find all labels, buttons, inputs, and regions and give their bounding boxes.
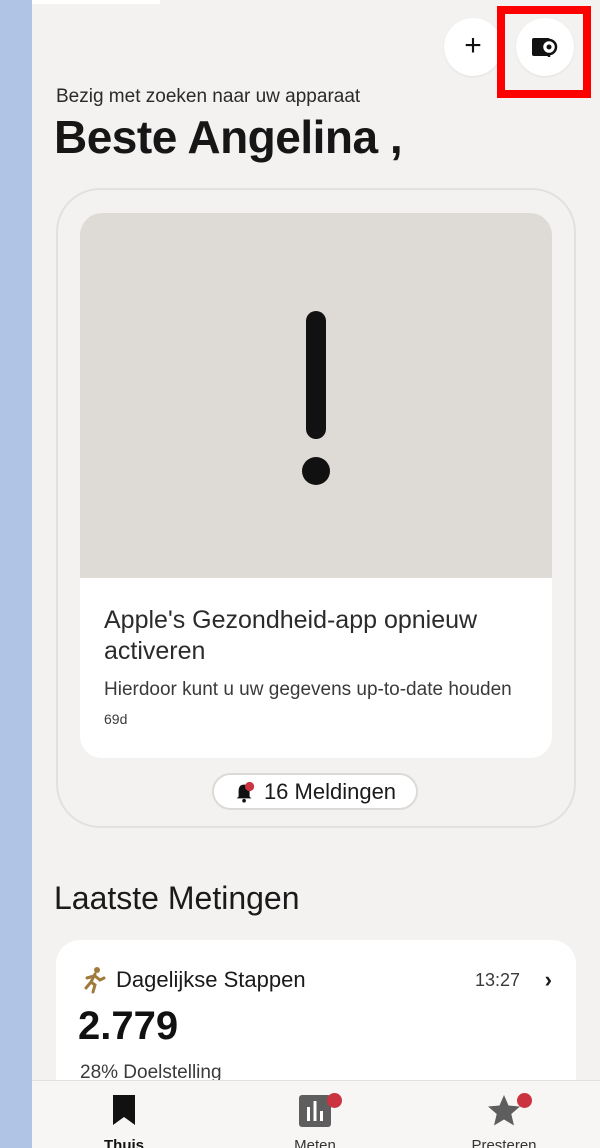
plus-icon: +	[464, 29, 482, 62]
walking-icon	[84, 967, 106, 994]
notifications-label: 16 Meldingen	[263, 778, 397, 804]
alert-illustration	[80, 213, 552, 578]
watch-search-icon	[532, 38, 558, 57]
alert-card-age: 69d	[104, 711, 128, 727]
measurement-label: Dagelijkse Stappen	[116, 967, 306, 992]
chevron-right-icon: ›	[544, 967, 552, 992]
alert-card-description-text: Hierdoor kunt u uw gegevens up-to-date h…	[104, 679, 512, 700]
device-search-button[interactable]	[516, 18, 574, 76]
tab-home-label: Thuis	[104, 1137, 144, 1148]
alert-card-description: Hierdoor kunt u uw gegevens up-to-date h…	[104, 675, 534, 734]
tab-perform-badge	[517, 1093, 532, 1108]
tab-measure-badge	[327, 1093, 342, 1108]
tab-bar: Thuis Meten Presteren	[32, 1080, 600, 1148]
measurement-value: 2.779	[78, 1004, 179, 1048]
alert-card-title: Apple's Gezondheid-app opnieuw activeren	[104, 606, 478, 665]
tab-perform[interactable]: Presteren	[424, 1081, 584, 1148]
add-button[interactable]: +	[444, 18, 502, 76]
tab-measure-label: Meten	[294, 1137, 336, 1148]
exclamation-icon	[306, 311, 326, 439]
alert-card[interactable]: Apple's Gezondheid-app opnieuw activeren…	[80, 213, 552, 758]
tab-perform-label: Presteren	[471, 1137, 537, 1148]
exclamation-dot	[302, 457, 330, 485]
search-status-text: Bezig met zoeken naar uw apparaat	[56, 86, 361, 107]
section-title: Laatste Metingen	[54, 880, 300, 916]
measurement-time: 13:27	[474, 970, 520, 990]
page-title: Beste Angelina ,	[54, 111, 403, 163]
bookmark-icon	[113, 1095, 135, 1125]
measurement-header: Dagelijkse Stappen	[80, 966, 306, 994]
app-screen: + Bezig met zoeken naar uw apparaat Best…	[32, 0, 600, 1148]
tab-measure[interactable]: Meten	[235, 1081, 395, 1148]
notifications-button[interactable]: 16 Meldingen	[212, 773, 418, 810]
tab-home[interactable]: Thuis	[44, 1081, 204, 1148]
status-strip	[32, 0, 160, 4]
bell-icon	[236, 781, 255, 803]
